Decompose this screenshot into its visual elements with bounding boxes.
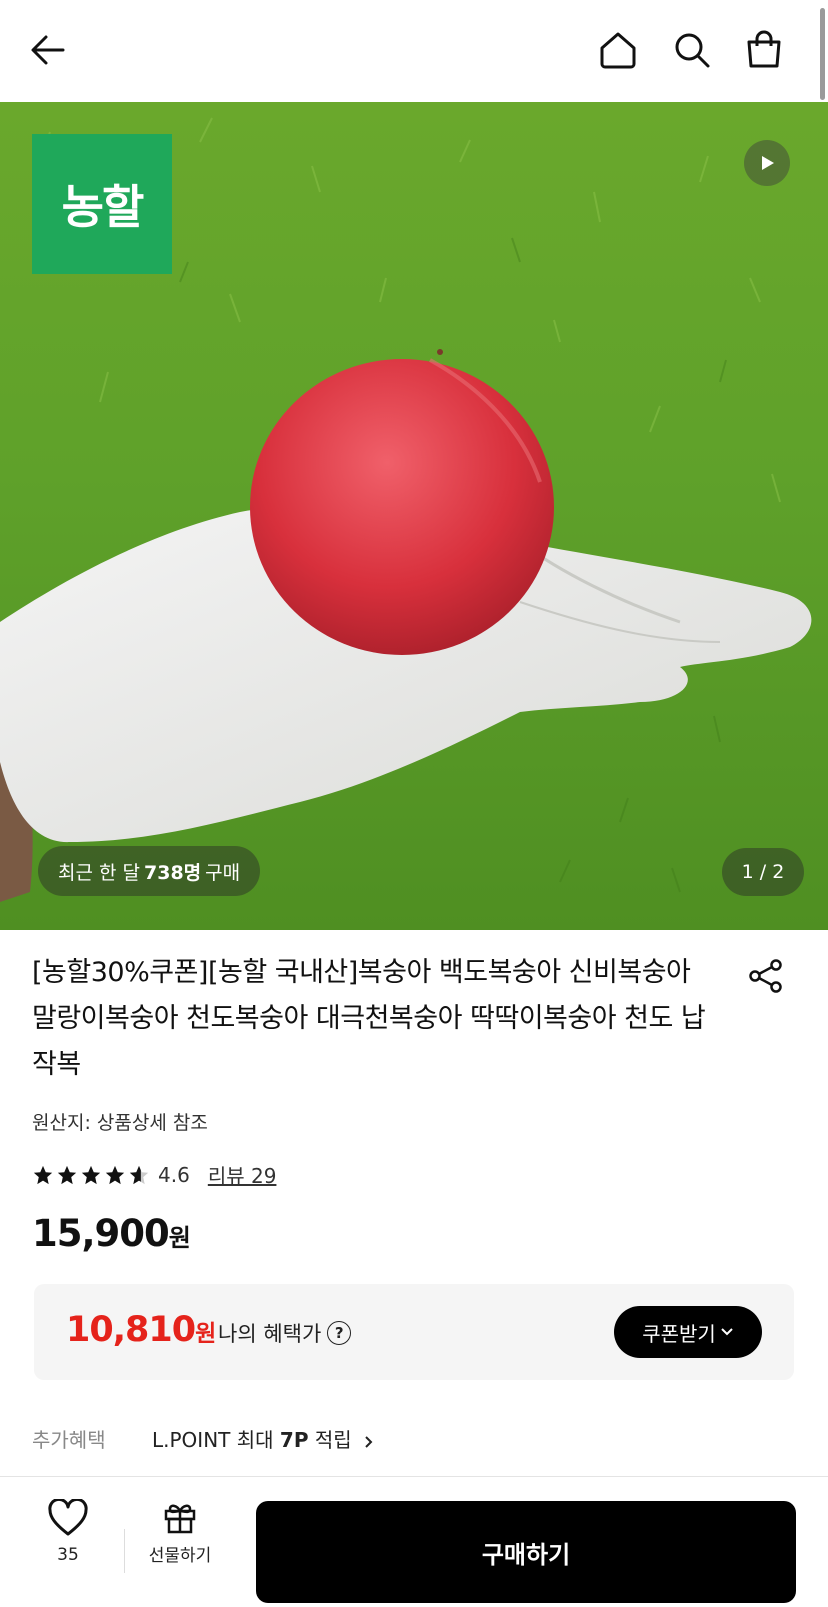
benefit-price-value: 10,810 <box>66 1310 196 1350</box>
review-link[interactable]: 리뷰 29 <box>208 1160 277 1189</box>
recent-suffix: 구매 <box>205 861 241 884</box>
price-unit: 원 <box>168 1224 191 1252</box>
star-icon <box>33 1165 53 1184</box>
chevron-down-icon <box>721 1328 733 1336</box>
brand-logo: 농할 <box>32 134 172 274</box>
rating-row: 4.6 리뷰 29 <box>32 1160 276 1189</box>
image-page-counter: 1 / 2 <box>722 848 804 896</box>
top-bar <box>0 0 828 102</box>
recent-prefix: 최근 한 달 <box>58 861 140 884</box>
product-title: [농할30%쿠폰][농할 국내산]복숭아 백도복숭아 신비복숭아 말랑이복숭아 … <box>32 957 706 1080</box>
star-icon <box>105 1165 125 1184</box>
star-icon <box>81 1165 101 1184</box>
recent-purchase-badge: 최근 한 달 738명 구매 <box>38 846 261 896</box>
chevron-right-icon <box>365 1435 373 1448</box>
rating-value: 4.6 <box>158 1162 190 1187</box>
gift-icon <box>164 1504 196 1534</box>
search-icon[interactable] <box>670 28 714 72</box>
help-icon[interactable]: ? <box>327 1321 352 1345</box>
home-icon[interactable] <box>596 28 640 72</box>
benefit-price: 10,810원 <box>66 1310 216 1350</box>
star-rating <box>32 1164 150 1186</box>
heart-icon <box>48 1497 88 1536</box>
back-arrow-icon[interactable] <box>26 28 70 72</box>
origin-info: 원산지: 상품상세 참조 <box>32 1112 208 1134</box>
benefit-label-row: 나의 혜택가 ? <box>218 1318 352 1348</box>
coupon-button[interactable]: 쿠폰받기 <box>614 1306 762 1358</box>
price-value: 15,900 <box>32 1212 170 1255</box>
coupon-label: 쿠폰받기 <box>642 1321 716 1346</box>
benefit-price-box: 10,810원 나의 혜택가 ? 쿠폰받기 <box>34 1284 794 1380</box>
play-icon <box>762 156 774 170</box>
share-button[interactable] <box>748 958 784 998</box>
lpoint-suffix: 적립 <box>308 1428 352 1452</box>
scrollbar[interactable] <box>820 8 825 100</box>
play-video-button[interactable] <box>744 140 790 186</box>
gift-button[interactable]: 선물하기 <box>138 1499 222 1566</box>
buy-button[interactable]: 구매하기 <box>256 1501 796 1603</box>
half-star-icon <box>129 1165 149 1184</box>
lpoint-points: 7P <box>279 1428 309 1452</box>
lpoint-prefix: L.POINT 최대 <box>152 1428 280 1452</box>
recent-count: 738명 <box>144 861 202 884</box>
extra-benefit-label: 추가혜택 <box>32 1428 106 1452</box>
lpoint-benefit[interactable]: L.POINT 최대 7P 적립 <box>152 1424 376 1453</box>
product-price: 15,900원 <box>32 1212 191 1255</box>
benefit-label: 나의 혜택가 <box>218 1322 322 1346</box>
benefit-price-unit: 원 <box>195 1321 216 1347</box>
shopping-bag-icon[interactable] <box>742 28 786 72</box>
star-icon <box>57 1165 77 1184</box>
gift-label: 선물하기 <box>148 1546 212 1566</box>
like-button[interactable]: 35 <box>40 1497 96 1565</box>
share-icon <box>749 959 782 993</box>
divider <box>124 1529 125 1573</box>
like-count: 35 <box>57 1545 79 1565</box>
bottom-action-bar: 35 선물하기 구매하기 <box>0 1476 828 1607</box>
